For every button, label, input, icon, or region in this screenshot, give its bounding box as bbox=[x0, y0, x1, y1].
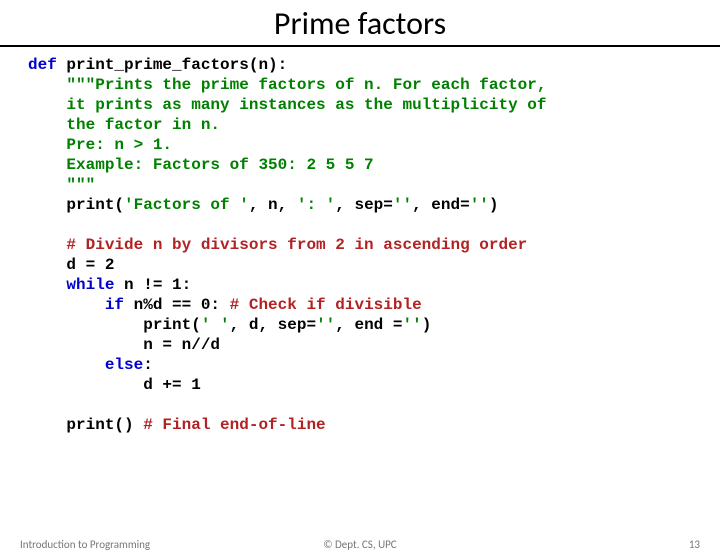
code-text: print( bbox=[28, 196, 124, 214]
code-text: : bbox=[143, 356, 153, 374]
kw-while: while bbox=[66, 276, 114, 294]
string-literal: ': ' bbox=[297, 196, 335, 214]
comment: # Final end-of-line bbox=[143, 416, 325, 434]
slide-title: Prime factors bbox=[0, 4, 720, 45]
docstring: the factor in n. bbox=[28, 116, 220, 134]
code-text: , d, sep= bbox=[230, 316, 316, 334]
code-text: print( bbox=[28, 316, 201, 334]
code-text: print_prime_factors(n): bbox=[57, 56, 287, 74]
code-text: d += 1 bbox=[28, 376, 201, 394]
code-text: , end= bbox=[412, 196, 470, 214]
string-literal: '' bbox=[316, 316, 335, 334]
code-text bbox=[28, 276, 66, 294]
string-literal: ' ' bbox=[201, 316, 230, 334]
docstring: Pre: n > 1. bbox=[28, 136, 172, 154]
code-text: n = n//d bbox=[28, 336, 220, 354]
code-text: , end = bbox=[335, 316, 402, 334]
code-text: print() bbox=[28, 416, 143, 434]
kw-else: else bbox=[105, 356, 143, 374]
code-text: , sep= bbox=[335, 196, 393, 214]
comment: # Divide n by divisors from 2 in ascendi… bbox=[66, 236, 527, 254]
kw-def: def bbox=[28, 56, 57, 74]
code-text: d = 2 bbox=[28, 256, 114, 274]
docstring: Example: Factors of 350: 2 5 5 7 bbox=[28, 156, 374, 174]
code-text bbox=[28, 296, 105, 314]
string-literal: '' bbox=[470, 196, 489, 214]
docstring: it prints as many instances as the multi… bbox=[28, 96, 546, 114]
code-text: n != 1: bbox=[114, 276, 191, 294]
kw-if: if bbox=[105, 296, 124, 314]
code-text: , n, bbox=[249, 196, 297, 214]
code-text bbox=[28, 356, 105, 374]
docstring: """ bbox=[28, 176, 95, 194]
code-text bbox=[28, 76, 66, 94]
string-literal: '' bbox=[402, 316, 421, 334]
docstring: """Prints the prime factors of n. For ea… bbox=[66, 76, 546, 94]
comment: # Check if divisible bbox=[230, 296, 422, 314]
code-text bbox=[28, 236, 66, 254]
title-divider bbox=[0, 45, 720, 47]
code-text: ) bbox=[489, 196, 499, 214]
string-literal: 'Factors of ' bbox=[124, 196, 249, 214]
code-text: ) bbox=[422, 316, 432, 334]
code-block: def print_prime_factors(n): """Prints th… bbox=[0, 55, 720, 435]
code-text: n%d == 0: bbox=[124, 296, 230, 314]
string-literal: '' bbox=[393, 196, 412, 214]
